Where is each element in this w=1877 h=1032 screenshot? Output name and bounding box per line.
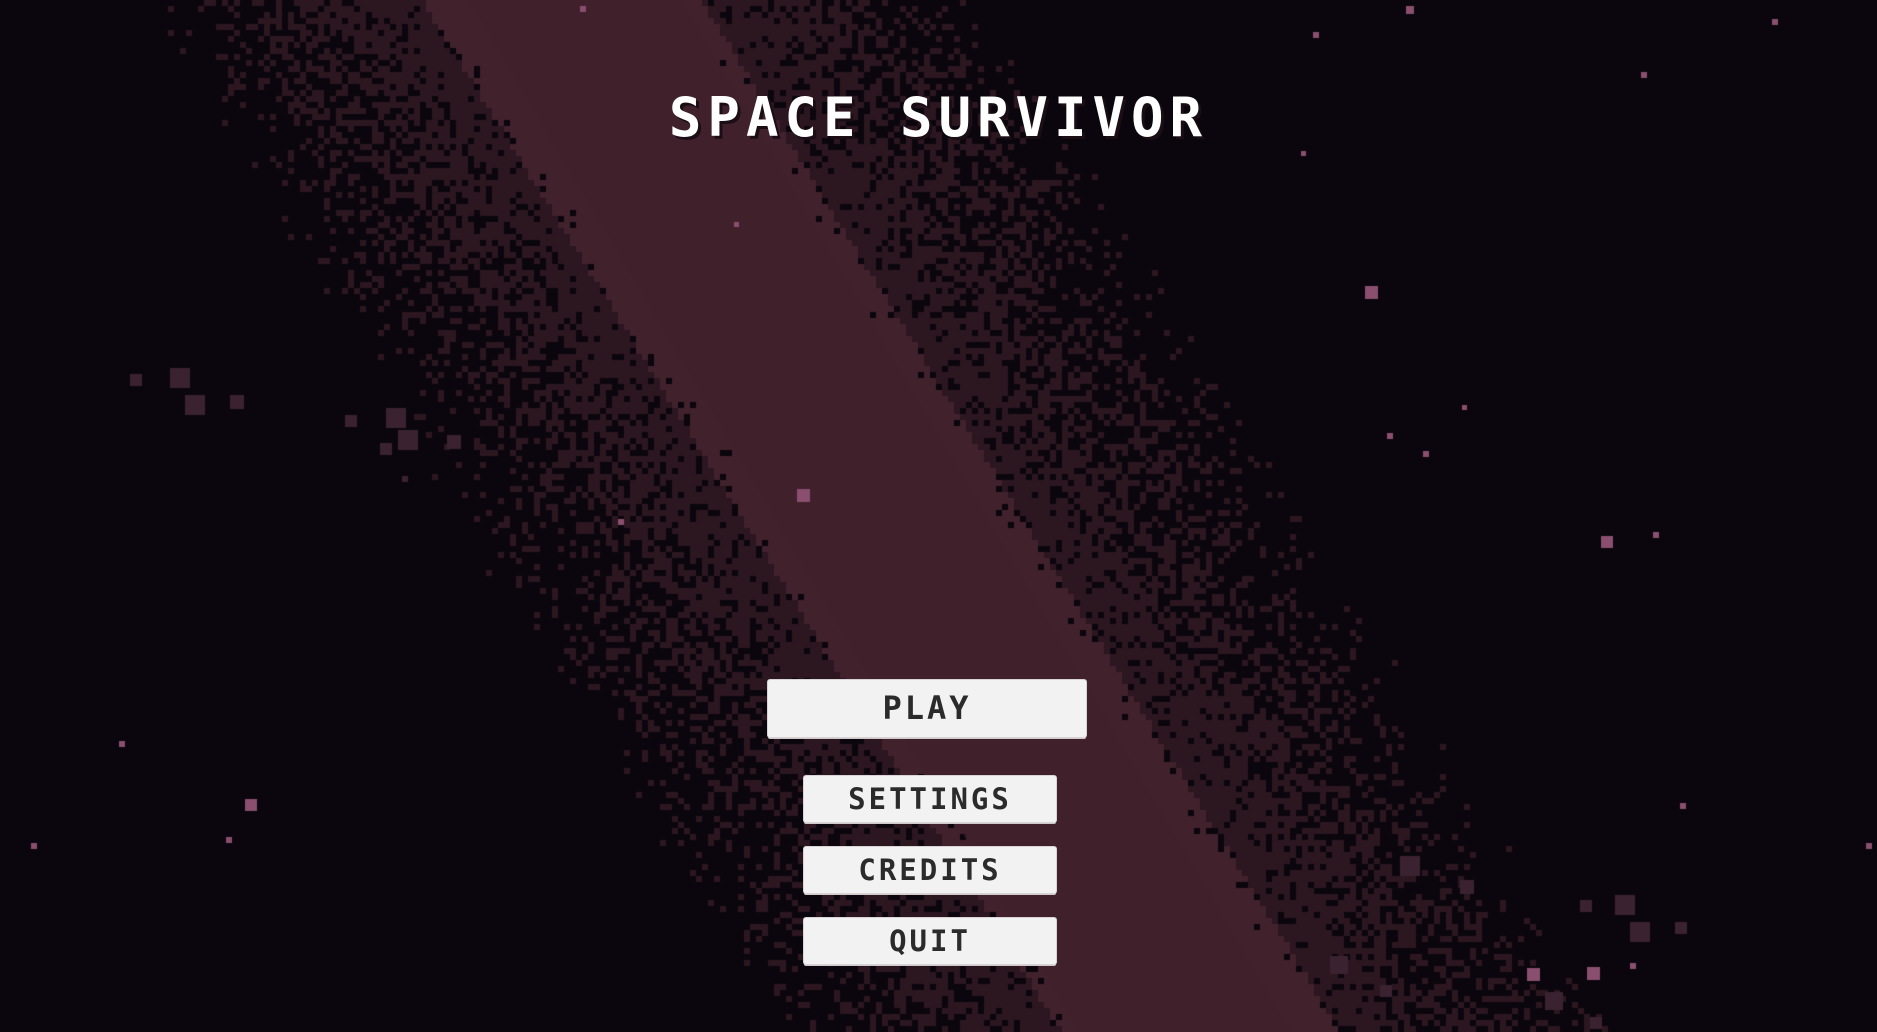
quit-button[interactable]: QUIT — [804, 918, 1056, 964]
play-button[interactable]: PLAY — [768, 680, 1086, 737]
main-menu-screen: SPACE SURVIVOR PLAY SETTINGS CREDITS QUI… — [0, 0, 1877, 1032]
game-title: SPACE SURVIVOR — [668, 86, 1209, 149]
credits-button[interactable]: CREDITS — [804, 847, 1056, 893]
settings-button[interactable]: SETTINGS — [804, 776, 1056, 822]
